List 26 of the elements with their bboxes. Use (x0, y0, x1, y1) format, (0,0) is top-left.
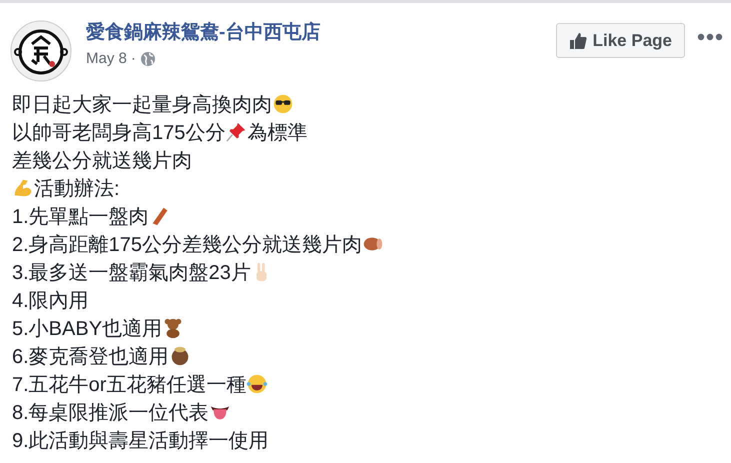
post-text: 3.最多送一盤霸氣肉盤23片 (12, 260, 251, 286)
thumbs-up-icon (568, 32, 587, 50)
post-text: 7.五花牛or五花豬任選一種 (12, 372, 246, 398)
pushpin-icon (225, 121, 248, 143)
globe-icon (140, 50, 156, 66)
post-date[interactable]: May 8 (86, 50, 127, 67)
post-text: 9.此活動與壽星活動擇一使用 (12, 428, 269, 454)
post-text: 差幾公分就送幾片肉 (12, 148, 192, 174)
post-text: 8.每桌限推派一位代表 (12, 400, 209, 426)
page-logo[interactable] (10, 20, 72, 82)
flexed-arm-icon (12, 177, 34, 199)
post-text: 5.小BABY也適用 (12, 316, 162, 342)
post-text: 6.麥克喬登也適用 (12, 344, 169, 370)
post-text: 2.身高距離175公分差幾公分就送幾片肉 (12, 232, 362, 258)
post-text: 4.限內用 (12, 288, 89, 314)
post-text: 為標準 (247, 120, 308, 146)
post-text: 即日起大家一起量身高換肉肉 (12, 92, 272, 118)
post-text: 1.先單點一盤肉 (12, 204, 149, 230)
post-text: 以帥哥老闆身高175公分 (12, 120, 226, 146)
laughing-emoji-icon (246, 373, 268, 395)
sunglasses-emoji-icon (272, 93, 294, 115)
like-page-button[interactable]: Like Page (556, 23, 685, 58)
more-options-icon[interactable] (697, 33, 723, 41)
separator-dot: · (130, 50, 136, 67)
post-text: 活動辦法: (34, 176, 120, 202)
page-name-link[interactable]: 愛食鍋麻辣鴛鴦-台中西屯店 (86, 21, 556, 45)
